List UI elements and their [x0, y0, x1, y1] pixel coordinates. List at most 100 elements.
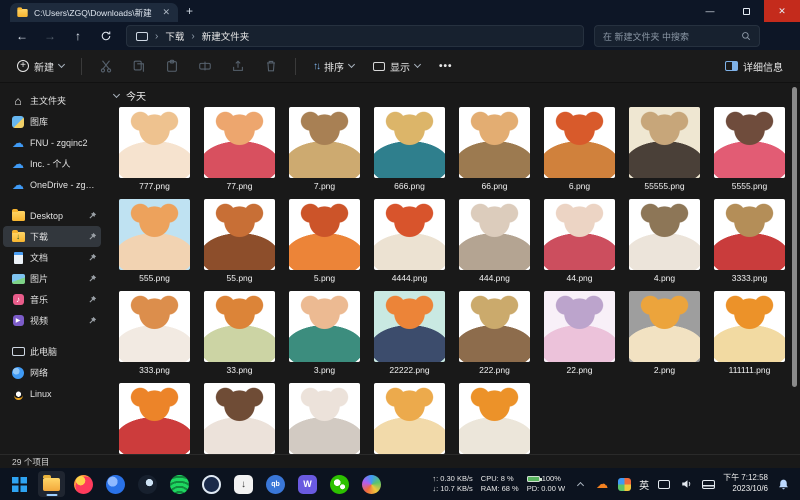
file-item[interactable]: [282, 383, 367, 454]
photos-tray-icon[interactable]: [617, 477, 631, 491]
file-item[interactable]: 66.png: [452, 107, 537, 191]
paste-button[interactable]: [160, 54, 184, 78]
file-item[interactable]: 6.png: [537, 107, 622, 191]
close-button[interactable]: ✕: [764, 0, 800, 22]
breadcrumb-current-folder[interactable]: 新建文件夹: [202, 29, 250, 43]
file-item[interactable]: 4.png: [622, 199, 707, 283]
sidebar-item-network[interactable]: 网络: [3, 362, 101, 383]
file-item[interactable]: 5555.png: [707, 107, 792, 191]
taskbar-app-firefox[interactable]: [70, 471, 97, 497]
cut-button[interactable]: [94, 54, 118, 78]
tray-expand-button[interactable]: [573, 477, 587, 491]
volume-icon[interactable]: [679, 477, 693, 491]
file-item[interactable]: 7.png: [282, 107, 367, 191]
network-monitor[interactable]: ↑: 0.30 KB/s ↓: 10.7 KB/s: [432, 474, 472, 494]
minimize-button[interactable]: —: [692, 0, 728, 22]
file-item[interactable]: 2.png: [622, 291, 707, 375]
taskbar-app-browser-app[interactable]: [198, 471, 225, 497]
file-item[interactable]: 77.png: [197, 107, 282, 191]
details-pane-label: 详细信息: [743, 62, 783, 74]
sidebar-item-fnu[interactable]: ☁ FNU - zgqinc2: [3, 132, 101, 153]
file-item[interactable]: [197, 383, 282, 454]
rename-button[interactable]: [193, 54, 217, 78]
file-item[interactable]: 55.png: [197, 199, 282, 283]
breadcrumb[interactable]: › 下载 › 新建文件夹: [126, 25, 584, 47]
sidebar-item-videos[interactable]: ▶ 视频: [3, 310, 101, 331]
file-item[interactable]: 3333.png: [707, 199, 792, 283]
taskbar-app-qbittorrent[interactable]: qb: [262, 471, 289, 497]
file-item[interactable]: 44.png: [537, 199, 622, 283]
share-button[interactable]: [226, 54, 250, 78]
sort-button[interactable]: ↑↓ 排序: [308, 56, 359, 77]
file-item[interactable]: 555.png: [112, 199, 197, 283]
up-button[interactable]: ↑: [66, 25, 90, 47]
taskbar-app-steam[interactable]: [134, 471, 161, 497]
taskbar-app-spotify[interactable]: [166, 471, 193, 497]
file-item[interactable]: 5.png: [282, 199, 367, 283]
sidebar-item-music[interactable]: ♪ 音乐: [3, 289, 101, 310]
file-item[interactable]: 22.png: [537, 291, 622, 375]
details-pane-button[interactable]: 详细信息: [720, 56, 788, 77]
file-item[interactable]: 777.png: [112, 107, 197, 191]
sidebar-item-linux[interactable]: Linux: [3, 383, 101, 404]
sidebar-item-thispc[interactable]: 此电脑: [3, 341, 101, 362]
file-item[interactable]: [452, 383, 537, 454]
file-item[interactable]: [367, 383, 452, 454]
taskbar-app-files-app[interactable]: [102, 471, 129, 497]
file-item[interactable]: 22222.png: [367, 291, 452, 375]
notifications-bell-icon[interactable]: [776, 477, 790, 491]
new-tab-button[interactable]: +: [186, 4, 193, 18]
maximize-button[interactable]: [728, 0, 764, 22]
sidebar-item-onedrive[interactable]: ☁ OneDrive - zgqinc: [3, 174, 101, 195]
file-item[interactable]: 4444.png: [367, 199, 452, 283]
file-item[interactable]: 222.png: [452, 291, 537, 375]
taskbar-app-wallpaper-app[interactable]: W: [294, 471, 321, 497]
breadcrumb-downloads[interactable]: 下载: [165, 29, 184, 43]
touch-keyboard-icon[interactable]: [701, 477, 715, 491]
file-item[interactable]: [112, 383, 197, 454]
group-header-today[interactable]: 今天: [112, 87, 800, 104]
file-item[interactable]: 444.png: [452, 199, 537, 283]
taskbar-app-wechat[interactable]: [326, 471, 353, 497]
file-item[interactable]: 3.png: [282, 291, 367, 375]
cloudflare-tray-icon[interactable]: ☁: [595, 477, 609, 491]
clock[interactable]: 下午 7:12:58 2023/10/6: [723, 473, 768, 495]
battery-power-monitor[interactable]: 100% PD: 0.00 W: [526, 474, 565, 494]
sidebar-item-documents[interactable]: 文档: [3, 247, 101, 268]
explorer-tab[interactable]: C:\Users\ZGQ\Downloads\新建 ✕: [10, 3, 178, 22]
new-button[interactable]: + 新建: [12, 56, 69, 77]
taskbar-app-sphere-app[interactable]: [358, 471, 385, 497]
cloud-icon: ☁: [12, 177, 24, 192]
toolbar-divider: [295, 57, 296, 75]
more-options-button[interactable]: •••: [434, 58, 458, 75]
sidebar-item-desktop[interactable]: Desktop: [3, 205, 101, 226]
file-thumbnail: [204, 383, 275, 454]
sidebar-item-inc[interactable]: ☁ Inc. - 个人: [3, 153, 101, 174]
rename-icon: [199, 61, 211, 71]
sidebar-item-home[interactable]: ⌂ 主文件夹: [3, 90, 101, 111]
tablet-mode-icon[interactable]: [657, 477, 671, 491]
refresh-button[interactable]: [94, 25, 118, 47]
linux-icon: [11, 387, 25, 401]
file-item[interactable]: 33.png: [197, 291, 282, 375]
taskbar-app-installer-app[interactable]: ↓: [230, 471, 257, 497]
forward-button[interactable]: →: [38, 25, 62, 47]
file-item[interactable]: 666.png: [367, 107, 452, 191]
cpu-ram-monitor[interactable]: CPU: 8 % RAM: 68 %: [481, 474, 519, 494]
ime-indicator[interactable]: 英: [639, 477, 649, 492]
taskbar-app-start[interactable]: [6, 471, 33, 497]
vertical-scrollbar[interactable]: [792, 87, 797, 387]
file-item[interactable]: 333.png: [112, 291, 197, 375]
file-item[interactable]: 111111.png: [707, 291, 792, 375]
file-item[interactable]: 55555.png: [622, 107, 707, 191]
search-input[interactable]: 在 新建文件夹 中搜索: [594, 25, 760, 47]
delete-button[interactable]: [259, 54, 283, 78]
sidebar-item-gallery[interactable]: 图库: [3, 111, 101, 132]
view-button[interactable]: 显示: [368, 56, 425, 77]
taskbar-app-file-explorer[interactable]: [38, 471, 65, 497]
sidebar-item-pictures[interactable]: 图片: [3, 268, 101, 289]
copy-button[interactable]: [127, 54, 151, 78]
tab-close-icon[interactable]: ✕: [160, 7, 172, 18]
sidebar-item-downloads[interactable]: ↓ 下载: [3, 226, 101, 247]
back-button[interactable]: ←: [10, 25, 34, 47]
